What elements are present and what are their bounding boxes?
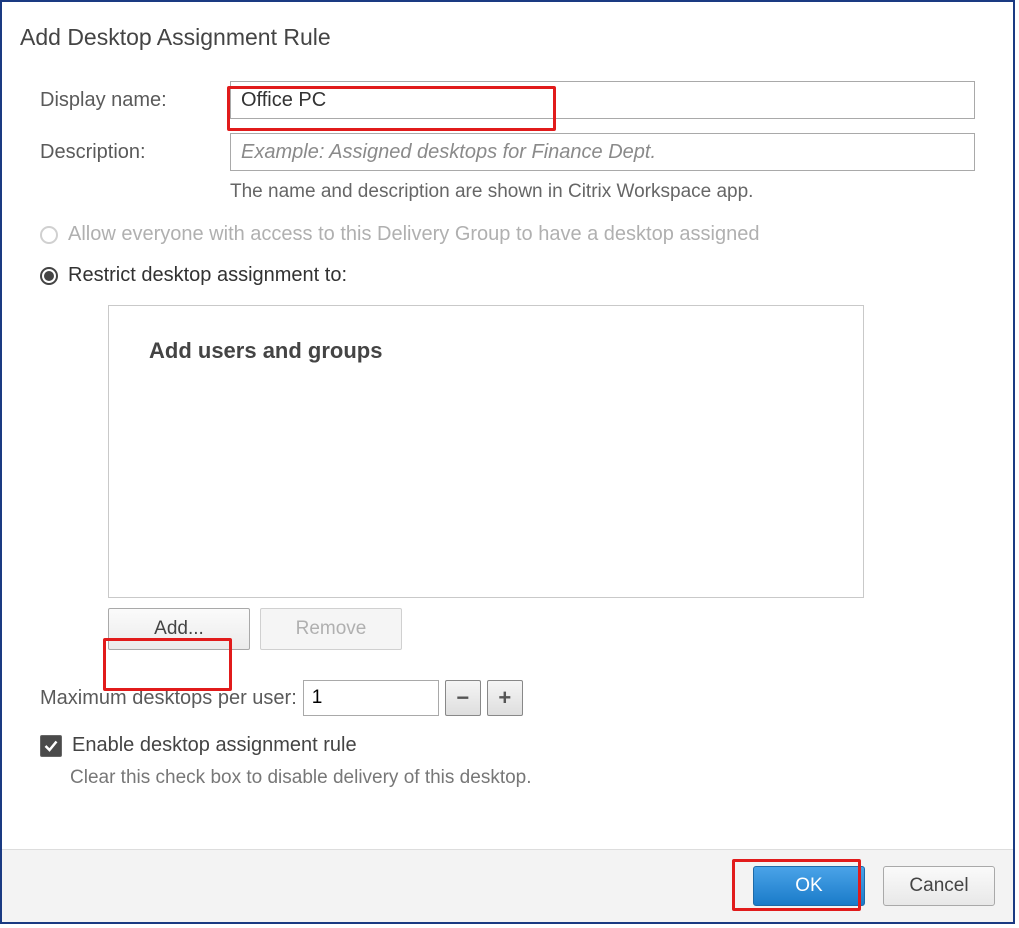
- description-label: Description:: [40, 133, 230, 164]
- dialog-footer: OK Cancel: [2, 849, 1013, 922]
- radio-icon: [40, 226, 58, 244]
- radio-icon: [40, 267, 58, 285]
- cancel-button[interactable]: Cancel: [883, 866, 995, 906]
- ok-button[interactable]: OK: [753, 866, 865, 906]
- enable-rule-label: Enable desktop assignment rule: [72, 734, 357, 757]
- users-groups-title: Add users and groups: [109, 306, 863, 396]
- description-input[interactable]: [230, 133, 975, 171]
- name-desc-hint: The name and description are shown in Ci…: [230, 181, 975, 203]
- radio-allow-everyone-label: Allow everyone with access to this Deliv…: [68, 223, 759, 246]
- dialog: Add Desktop Assignment Rule Display name…: [0, 0, 1015, 924]
- users-groups-panel: Add users and groups: [108, 305, 864, 598]
- max-desktops-label: Maximum desktops per user:: [40, 687, 297, 710]
- max-desktops-plus[interactable]: +: [487, 680, 523, 716]
- radio-restrict-assignment[interactable]: Restrict desktop assignment to:: [40, 264, 975, 287]
- radio-restrict-label: Restrict desktop assignment to:: [68, 264, 347, 287]
- check-icon: [43, 738, 59, 754]
- remove-button: Remove: [260, 608, 402, 650]
- enable-rule-checkbox[interactable]: [40, 735, 62, 757]
- radio-allow-everyone: Allow everyone with access to this Deliv…: [40, 223, 975, 246]
- max-desktops-minus[interactable]: −: [445, 680, 481, 716]
- add-button[interactable]: Add...: [108, 608, 250, 650]
- display-name-input[interactable]: [230, 81, 975, 119]
- display-name-label: Display name:: [40, 81, 230, 112]
- enable-rule-hint: Clear this check box to disable delivery…: [70, 767, 975, 789]
- dialog-title: Add Desktop Assignment Rule: [2, 2, 1013, 51]
- max-desktops-input[interactable]: [303, 680, 439, 716]
- dialog-content: Display name: Description: The name and …: [2, 51, 1013, 849]
